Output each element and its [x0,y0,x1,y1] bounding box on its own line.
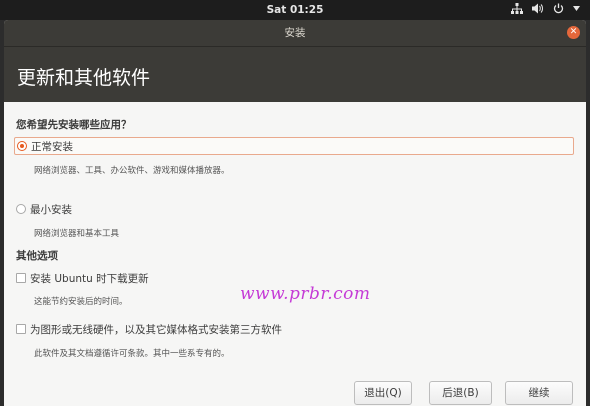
radio-selected-icon[interactable] [17,141,27,151]
power-icon[interactable] [553,3,564,14]
third-party-software-label: 为图形或无线硬件，以及其它媒体格式安装第三方软件 [30,323,282,336]
close-button[interactable]: ✕ [567,26,580,39]
download-updates-description: 这能节约安装后的时间。 [34,297,128,307]
close-icon: ✕ [569,27,578,37]
minimal-install-radio[interactable]: 最小安装 [14,200,574,218]
page-header: 更新和其他软件 [4,46,586,102]
minimal-install-description: 网络浏览器和基本工具 [34,229,120,239]
volume-icon[interactable] [532,3,544,14]
normal-install-radio[interactable]: 正常安装 [14,137,574,155]
radio-unselected-icon[interactable] [16,204,26,214]
checkbox-icon[interactable] [16,324,26,334]
page-title: 更新和其他软件 [17,67,151,89]
normal-install-label: 正常安装 [31,140,73,153]
continue-button[interactable]: 继续 [505,381,573,405]
install-type-question: 您希望先安装哪些应用？ [16,119,132,131]
main-content: 您希望先安装哪些应用？ 正常安装 网络浏览器、工具、办公软件、游戏和媒体播放器。… [4,102,586,406]
window-titlebar[interactable]: 安装 ✕ [4,20,586,46]
watermark: www.prbr.com [240,284,371,304]
normal-install-description: 网络浏览器、工具、办公软件、游戏和媒体播放器。 [34,166,230,176]
other-options-heading: 其他选项 [16,250,58,262]
quit-button[interactable]: 退出(Q) [354,381,412,405]
third-party-software-description: 此软件及其文档遵循许可条款。其中一些系专有的。 [34,349,230,359]
checkbox-icon[interactable] [16,273,26,283]
back-button[interactable]: 后退(B) [429,381,492,405]
third-party-software-checkbox[interactable]: 为图形或无线硬件，以及其它媒体格式安装第三方软件 [14,320,574,338]
window-title: 安装 [284,27,306,39]
download-updates-label: 安装 Ubuntu 时下载更新 [30,272,149,285]
clock[interactable]: Sat 01:25 [0,4,590,16]
minimal-install-label: 最小安装 [30,203,72,216]
network-icon[interactable] [511,3,523,14]
system-tray[interactable] [511,3,580,14]
installer-window: 安装 ✕ 更新和其他软件 您希望先安装哪些应用？ 正常安装 网络浏览器、工具、办… [4,20,586,406]
chevron-down-icon[interactable] [573,6,580,11]
top-panel: Sat 01:25 [0,0,590,20]
